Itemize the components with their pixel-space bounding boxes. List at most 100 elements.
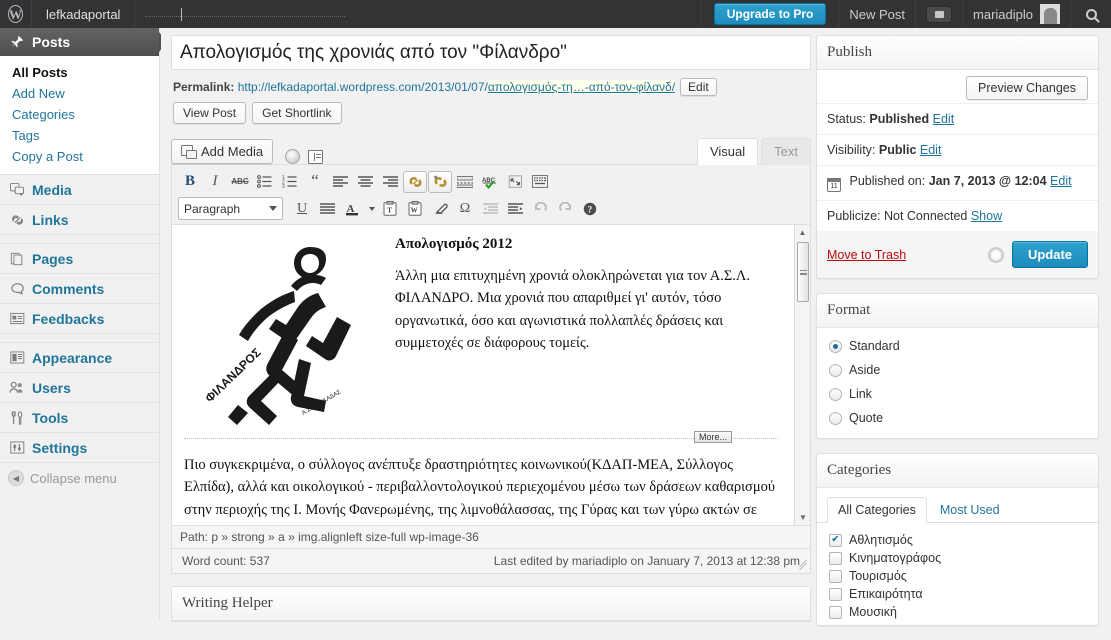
editor-content-area[interactable]: ΦΙΛΑΝΔΡΟΣ Α.Σ. ΛΕΥΚΑΔΑΣ Απολογισμός 2012…	[171, 224, 811, 526]
new-post-button[interactable]: New Post	[839, 0, 917, 28]
spellcheck-icon[interactable]: ABC	[478, 171, 502, 193]
sidebar-item-media[interactable]: Media	[0, 175, 159, 205]
submenu-item-copy-a-post[interactable]: Copy a Post	[0, 146, 159, 167]
checkbox-checked-icon[interactable]: ✔	[829, 533, 842, 547]
published-edit-link[interactable]: Edit	[1050, 174, 1072, 188]
permalink-base[interactable]: http://lefkadaportal.wordpress.com/2013/…	[238, 80, 488, 94]
sidebar-item-pages[interactable]: Pages	[0, 244, 159, 274]
site-name-menu[interactable]: lefkadaportal	[32, 0, 136, 28]
post-image[interactable]: ΦΙΛΑΝΔΡΟΣ Α.Σ. ΛΕΥΚΑΔΑΣ	[198, 233, 383, 428]
comments-button[interactable]	[916, 0, 964, 28]
bold-icon[interactable]: B	[178, 171, 202, 193]
main-area: Permalink: http://lefkadaportal.wordpres…	[161, 28, 1111, 626]
checkbox-icon[interactable]	[829, 587, 842, 601]
special-character-icon[interactable]: Ω	[453, 198, 477, 220]
get-shortlink-button[interactable]: Get Shortlink	[252, 102, 342, 124]
checkbox-icon[interactable]	[829, 569, 842, 583]
wordpress-logo-button[interactable]: W	[0, 0, 32, 28]
polldaddy-icon[interactable]	[285, 149, 301, 164]
contact-form-icon[interactable]	[308, 149, 324, 164]
fullscreen-icon[interactable]	[503, 171, 527, 193]
update-button[interactable]: Update	[1011, 241, 1088, 268]
numbered-list-icon[interactable]: 123	[278, 171, 302, 193]
move-to-trash-button[interactable]: Move to Trash	[827, 248, 906, 262]
post-title-input[interactable]	[171, 35, 811, 70]
redo-icon[interactable]	[553, 198, 577, 220]
blockquote-icon[interactable]: “	[303, 171, 327, 193]
category-item[interactable]: Μουσική	[829, 603, 1088, 621]
published-on-value: Jan 7, 2013 @ 12:04	[928, 174, 1047, 188]
tab-visual[interactable]: Visual	[696, 138, 759, 165]
tab-all-categories[interactable]: All Categories	[827, 497, 927, 523]
edit-permalink-button[interactable]: Edit	[680, 78, 717, 96]
scrollbar-thumb[interactable]	[797, 242, 809, 302]
align-right-icon[interactable]	[378, 171, 402, 193]
upgrade-to-pro-button[interactable]: Upgrade to Pro	[713, 3, 827, 25]
search-button[interactable]	[1071, 0, 1111, 28]
justify-icon[interactable]	[315, 198, 339, 220]
checkbox-icon[interactable]	[829, 605, 842, 619]
svg-text:T: T	[387, 207, 392, 215]
permalink-slug[interactable]: απολογισμός-τη…-από-τον-φίλανδ/	[487, 80, 676, 94]
paste-as-text-icon[interactable]: T	[378, 198, 402, 220]
format-option-link[interactable]: Link	[817, 382, 1098, 406]
sidebar-item-appearance[interactable]: Appearance	[0, 343, 159, 373]
media-buttons-bar: Add Media Visual Text	[171, 134, 811, 165]
view-post-button[interactable]: View Post	[173, 102, 247, 124]
format-option-quote[interactable]: Quote	[817, 406, 1098, 430]
align-left-icon[interactable]	[328, 171, 352, 193]
format-select[interactable]: Paragraph	[178, 197, 283, 220]
add-media-button[interactable]: Add Media	[171, 139, 274, 164]
undo-icon[interactable]	[528, 198, 552, 220]
insert-link-icon[interactable]	[403, 170, 427, 193]
insert-more-icon[interactable]	[453, 171, 477, 193]
publish-major-actions: Move to Trash Update	[817, 231, 1098, 278]
categories-list: ✔ Αθλητισμός Κινηματογράφος Τουρισμός Επ…	[817, 523, 1098, 625]
scroll-down-arrow-icon[interactable]: ▼	[795, 510, 810, 525]
text-color-caret-icon[interactable]	[365, 198, 377, 220]
scroll-up-arrow-icon[interactable]: ▲	[795, 225, 810, 240]
visibility-edit-link[interactable]: Edit	[920, 143, 942, 157]
help-icon[interactable]: ?	[578, 198, 602, 220]
kitchen-sink-icon[interactable]	[528, 171, 552, 193]
category-item[interactable]: Κινηματογράφος	[829, 549, 1088, 567]
format-option-standard[interactable]: Standard	[817, 334, 1098, 358]
strikethrough-icon[interactable]: ABC	[228, 171, 252, 193]
publicize-show-link[interactable]: Show	[971, 209, 1002, 223]
sidebar-item-feedbacks[interactable]: Feedbacks	[0, 304, 159, 334]
bullet-list-icon[interactable]	[253, 171, 277, 193]
user-menu[interactable]: mariadiplo	[963, 0, 1071, 28]
checkbox-icon[interactable]	[829, 551, 842, 565]
text-color-icon[interactable]: A	[340, 198, 364, 220]
sidebar-item-posts[interactable]: Posts	[0, 28, 167, 56]
sidebar-item-comments[interactable]: Comments	[0, 274, 159, 304]
remove-formatting-icon[interactable]	[428, 198, 452, 220]
category-item[interactable]: Τουρισμός	[829, 567, 1088, 585]
submenu-item-add-new[interactable]: Add New	[0, 83, 159, 104]
sidebar-item-tools[interactable]: Tools	[0, 403, 159, 433]
italic-icon[interactable]: I	[203, 171, 227, 193]
sidebar-item-links[interactable]: Links	[0, 205, 159, 235]
outdent-icon[interactable]	[478, 198, 502, 220]
category-item[interactable]: Επικαιρότητα	[829, 585, 1088, 603]
tab-text[interactable]: Text	[761, 138, 811, 165]
submenu-item-categories[interactable]: Categories	[0, 104, 159, 125]
paste-from-word-icon[interactable]: W	[403, 198, 427, 220]
preview-changes-button[interactable]: Preview Changes	[966, 76, 1088, 100]
editor-scrollbar[interactable]: ▲ ▼	[794, 225, 810, 525]
collapse-menu-button[interactable]: ◀ Collapse menu	[0, 463, 159, 493]
sidebar-item-users[interactable]: Users	[0, 373, 159, 403]
category-item[interactable]: ✔ Αθλητισμός	[829, 531, 1088, 549]
status-edit-link[interactable]: Edit	[933, 112, 955, 126]
sidebar-item-settings[interactable]: Settings	[0, 433, 159, 463]
submenu-item-tags[interactable]: Tags	[0, 125, 159, 146]
tab-most-used[interactable]: Most Used	[929, 497, 1011, 523]
resize-handle[interactable]	[798, 559, 808, 571]
indent-icon[interactable]	[503, 198, 527, 220]
format-option-aside[interactable]: Aside	[817, 358, 1098, 382]
editor-wrap: Add Media Visual Text B I ABC 1 2 3 “ AB…	[171, 134, 811, 574]
unlink-icon[interactable]	[428, 170, 452, 193]
align-center-icon[interactable]	[353, 171, 377, 193]
underline-icon[interactable]: U	[290, 198, 314, 220]
submenu-item-all-posts[interactable]: All Posts	[0, 62, 159, 83]
